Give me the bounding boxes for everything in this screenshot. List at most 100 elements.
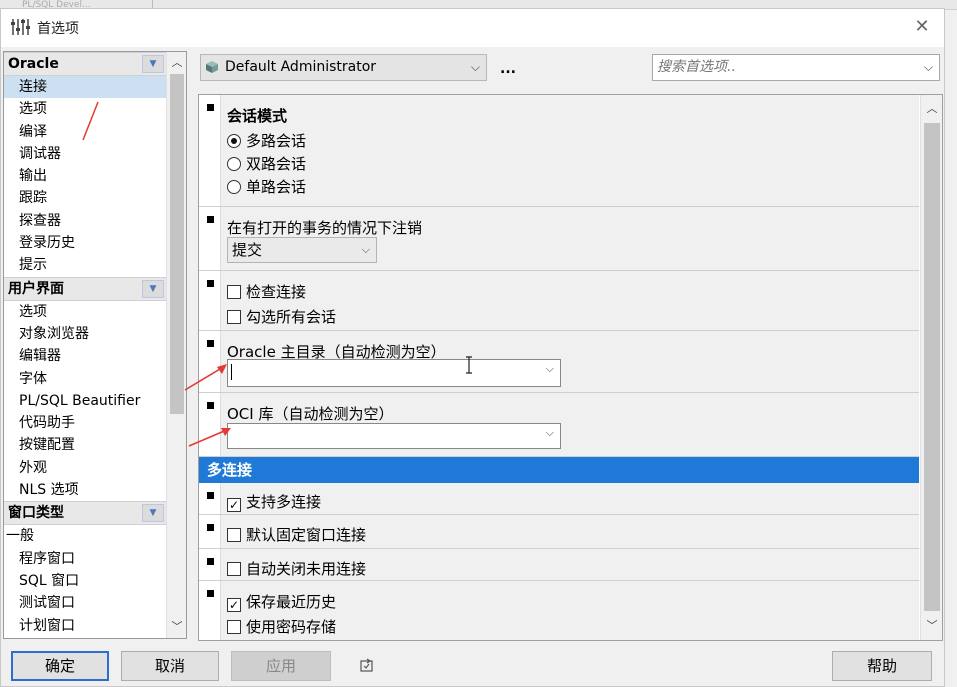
tree-item-hints[interactable]: 提示 [4, 254, 166, 276]
checkbox-support-multi[interactable]: ✓ 支持多连接 [227, 491, 321, 512]
tree-item-object-browser[interactable]: 对象浏览器 [4, 323, 166, 345]
scroll-up-icon[interactable]: ︿ [167, 54, 186, 72]
oci-library-field[interactable]: ⌵ [227, 423, 561, 449]
category-label: 窗口类型 [8, 505, 64, 522]
scroll-up-icon[interactable]: ︿ [921, 99, 942, 119]
section-marker [199, 207, 221, 270]
checkbox-label: 自动关闭未用连接 [246, 560, 367, 578]
radio-label: 单路会话 [246, 178, 307, 196]
tree-item-program-window[interactable]: 程序窗口 [4, 548, 166, 570]
section-marker [199, 515, 221, 548]
profile-cube-icon [206, 61, 218, 73]
close-icon[interactable]: ✕ [910, 15, 934, 39]
preferences-sliders-icon [11, 19, 30, 35]
profile-select[interactable]: Default Administrator ⌵ [200, 54, 487, 81]
checkbox-box [227, 310, 241, 324]
multi-connection-header: 多连接 [199, 457, 919, 483]
help-button[interactable]: 帮助 [832, 651, 932, 681]
section-title: 会话模式 [227, 107, 288, 125]
annotation-line-icon [82, 101, 99, 141]
checkbox-box [227, 562, 241, 576]
collapse-arrow-icon[interactable]: ▼ [142, 279, 164, 298]
chevron-down-icon: ⌵ [545, 426, 554, 439]
checkbox-box [227, 620, 241, 634]
category-user-interface[interactable]: 用户界面 ▼ [4, 276, 166, 301]
tree-item-output[interactable]: 输出 [4, 165, 166, 187]
tree-item-editor[interactable]: 编辑器 [4, 345, 166, 367]
section-marker [199, 549, 221, 580]
chevron-down-icon: ⌵ [470, 60, 480, 74]
scrollbar-thumb[interactable] [170, 74, 184, 414]
tree-item-ui-options[interactable]: 选项 [4, 301, 166, 323]
radio-multi-session[interactable]: 多路会话 [227, 130, 306, 151]
panel-scrollbar[interactable]: ︿ ﹀ [920, 95, 942, 640]
refresh-icon[interactable] [358, 657, 376, 675]
checkbox-fixed-window[interactable]: 默认固定窗口连接 [227, 524, 366, 545]
checkbox-label: 默认固定窗口连接 [246, 526, 367, 544]
category-window-types[interactable]: 窗口类型 ▼ [4, 501, 166, 526]
collapse-arrow-icon[interactable]: ▼ [142, 55, 164, 73]
logoff-section: 在有打开的事务的情况下注销 提交 ⌵ [199, 207, 919, 271]
fixed-window-section: 默认固定窗口连接 [199, 515, 919, 549]
checkbox-label: 支持多连接 [246, 493, 322, 511]
checkbox-box [227, 285, 241, 299]
annotation-arrow-icon [184, 364, 227, 391]
search-placeholder: 搜索首选项.. [657, 59, 736, 75]
radio-label: 双路会话 [246, 155, 307, 173]
dialog-title: 首选项 [37, 21, 79, 37]
tree-item-appearance[interactable]: 外观 [4, 457, 166, 479]
check-connection-section: 检查连接 勾选所有会话 [199, 271, 919, 331]
scroll-down-icon[interactable]: ﹀ [921, 616, 942, 636]
checkbox-label: 检查连接 [246, 283, 307, 301]
tree-item-test-window[interactable]: 测试窗口 [4, 592, 166, 614]
chevron-down-icon: ⌵ [361, 243, 370, 256]
checkbox-check-connection[interactable]: 检查连接 [227, 281, 306, 302]
section-marker [199, 271, 221, 330]
checkbox-save-history[interactable]: ✓ 保存最近历史 [227, 591, 336, 612]
apply-button[interactable]: 应用 [231, 651, 331, 681]
scroll-down-icon[interactable]: ﹀ [167, 618, 186, 636]
tree-item-general[interactable]: 一般 [4, 525, 166, 547]
tree-item-profiler[interactable]: 探查器 [4, 210, 166, 232]
search-preferences-input[interactable]: 搜索首选项.. ⌵ [652, 54, 940, 81]
radio-label: 多路会话 [246, 132, 307, 150]
checkbox-label: 保存最近历史 [246, 593, 337, 611]
history-section: ✓ 保存最近历史 使用密码存储 [199, 581, 919, 640]
checkbox-all-sessions[interactable]: 勾选所有会话 [227, 306, 336, 327]
tree-item-trace[interactable]: 跟踪 [4, 187, 166, 209]
tree-item-debugger[interactable]: 调试器 [4, 143, 166, 165]
scrollbar-thumb[interactable] [924, 123, 940, 611]
radio-dot-icon [227, 134, 241, 148]
tree-item-key-config[interactable]: 按键配置 [4, 434, 166, 456]
tree-item-login-history[interactable]: 登录历史 [4, 232, 166, 254]
more-options-button[interactable]: ... [500, 61, 516, 77]
settings-panel: 会话模式 多路会话 双路会话 单路会话 在有打开的事务的情况下注销 提交 ⌵ 检… [198, 94, 943, 641]
section-marker [199, 483, 221, 514]
session-mode-section: 会话模式 多路会话 双路会话 单路会话 [199, 95, 919, 207]
tree-item-plan-window[interactable]: 计划窗口 [4, 615, 166, 637]
support-multi-section: ✓ 支持多连接 [199, 483, 919, 515]
checkbox-auto-close[interactable]: 自动关闭未用连接 [227, 558, 366, 579]
tree-item-beautifier[interactable]: PL/SQL Beautifier [4, 390, 166, 412]
tree-item-nls[interactable]: NLS 选项 [4, 479, 166, 501]
chevron-down-icon: ⌵ [923, 60, 933, 74]
cancel-button[interactable]: 取消 [121, 651, 219, 681]
tree-item-font[interactable]: 字体 [4, 368, 166, 390]
tree-scrollbar[interactable]: ︿ ﹀ [166, 52, 186, 638]
checkbox-password-store[interactable]: 使用密码存储 [227, 616, 336, 637]
category-oracle[interactable]: Oracle ▼ [4, 52, 166, 76]
oci-label: OCI 库（自动检测为空） [227, 405, 394, 423]
collapse-arrow-icon[interactable]: ▼ [142, 504, 164, 523]
category-label: Oracle [8, 56, 59, 72]
preferences-dialog: 首选项 ✕ Oracle ▼ 连接 选项 编译 调试器 输出 跟踪 探查器 登录历… [0, 8, 945, 687]
radio-dual-session[interactable]: 双路会话 [227, 153, 306, 174]
logoff-value: 提交 [232, 241, 263, 259]
ok-button[interactable]: 确定 [11, 651, 109, 681]
tree-item-code-assistant[interactable]: 代码助手 [4, 412, 166, 434]
tree-item-connection[interactable]: 连接 [4, 76, 166, 99]
logoff-select[interactable]: 提交 ⌵ [227, 237, 377, 263]
tree-item-sql-window[interactable]: SQL 窗口 [4, 570, 166, 592]
oracle-home-field[interactable]: ⌵ [227, 359, 561, 387]
checkbox-label: 勾选所有会话 [246, 308, 337, 326]
radio-single-session[interactable]: 单路会话 [227, 176, 306, 197]
